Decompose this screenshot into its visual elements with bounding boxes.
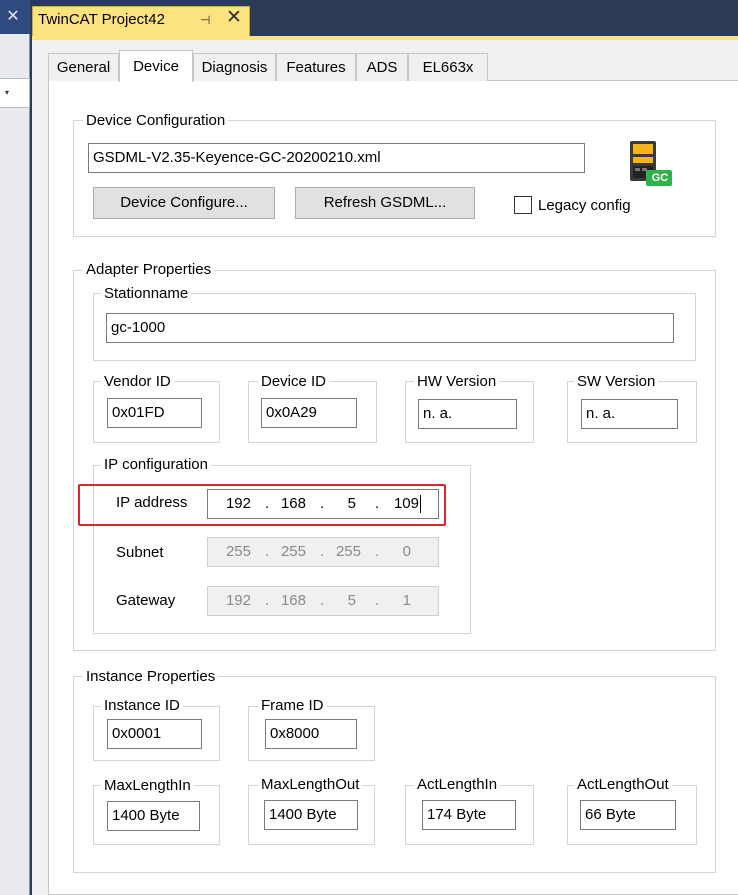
ip-address-label: IP address: [116, 494, 188, 511]
subnet-label: Subnet: [116, 544, 164, 561]
ip-separator: .: [375, 495, 380, 512]
text-cursor: [420, 495, 421, 513]
frame-id-label: Frame ID: [258, 697, 327, 715]
gateway-octet-2[interactable]: 168: [270, 587, 306, 615]
ip-separator: .: [265, 495, 270, 512]
subnet-octet-3[interactable]: 255: [325, 538, 361, 566]
subnet-octet-4[interactable]: 0: [375, 538, 411, 566]
vendor-id-field[interactable]: 0x01FD: [107, 398, 202, 428]
legacy-config-label: Legacy config: [538, 197, 631, 214]
device-id-field[interactable]: 0x0A29: [261, 398, 357, 428]
subnet-input[interactable]: 255 . 255 . 255 . 0: [207, 537, 439, 567]
gateway-octet-3[interactable]: 5: [320, 587, 356, 615]
ip-octet-4[interactable]: 109: [383, 490, 419, 518]
stationname-field[interactable]: gc-1000: [106, 313, 674, 343]
sw-version-label: SW Version: [574, 373, 659, 391]
act-length-out-field[interactable]: 66 Byte: [580, 800, 676, 830]
subnet-separator: .: [320, 543, 325, 560]
act-length-in-field[interactable]: 174 Byte: [422, 800, 516, 830]
hw-version-label: HW Version: [414, 373, 500, 391]
gateway-input[interactable]: 192 . 168 . 5 . 1: [207, 586, 439, 616]
gsdml-file-field[interactable]: GSDML-V2.35-Keyence-GC-20200210.xml: [88, 143, 585, 173]
max-length-out-label: MaxLengthOut: [258, 776, 363, 794]
pin-icon[interactable]: ⊣: [200, 13, 210, 27]
tab-ads[interactable]: ADS: [356, 53, 408, 81]
ip-octet-3[interactable]: 5: [320, 490, 356, 518]
left-panel-edge: [0, 0, 30, 895]
gateway-octet-1[interactable]: 192: [215, 587, 251, 615]
act-length-in-label: ActLengthIn: [414, 776, 501, 794]
refresh-gsdml-button[interactable]: Refresh GSDML...: [295, 187, 475, 219]
ip-octet-1[interactable]: 192: [215, 490, 251, 518]
instance-id-label: Instance ID: [101, 697, 183, 715]
sw-version-field[interactable]: n. a.: [581, 399, 678, 429]
subnet-separator: .: [265, 543, 270, 560]
legacy-config-checkbox[interactable]: [514, 196, 532, 214]
device-configuration-group: [73, 120, 716, 237]
ip-octet-2[interactable]: 168: [270, 490, 306, 518]
vendor-id-label: Vendor ID: [101, 373, 174, 391]
ip-configuration-label: IP configuration: [101, 456, 211, 474]
chevron-down-icon[interactable]: ▾: [5, 88, 15, 98]
frame-id-field[interactable]: 0x8000: [265, 719, 357, 749]
stationname-label: Stationname: [101, 285, 192, 303]
instance-id-field[interactable]: 0x0001: [107, 719, 202, 749]
subnet-octet-2[interactable]: 255: [270, 538, 306, 566]
max-length-in-field[interactable]: 1400 Byte: [107, 801, 200, 831]
subnet-octet-1[interactable]: 255: [215, 538, 251, 566]
tab-diagnosis[interactable]: Diagnosis: [193, 53, 276, 81]
device-configure-button[interactable]: Device Configure...: [93, 187, 275, 219]
ip-address-input[interactable]: 192 . 168 . 5 . 109: [207, 489, 439, 519]
device-icon-badge: GC: [651, 172, 669, 184]
device-id-label: Device ID: [258, 373, 330, 391]
tab-features[interactable]: Features: [276, 53, 356, 81]
max-length-out-field[interactable]: 1400 Byte: [264, 800, 358, 830]
device-configuration-label: Device Configuration: [83, 112, 229, 130]
left-panel-close-icon[interactable]: ✕: [2, 7, 24, 27]
document-tab-title: TwinCAT Project42: [38, 11, 165, 28]
close-icon[interactable]: ✕: [226, 8, 242, 28]
tab-device[interactable]: Device: [119, 50, 193, 82]
hw-version-field[interactable]: n. a.: [418, 399, 517, 429]
gateway-label: Gateway: [116, 592, 176, 609]
adapter-properties-label: Adapter Properties: [83, 261, 215, 279]
max-length-in-label: MaxLengthIn: [101, 777, 194, 795]
act-length-out-label: ActLengthOut: [574, 776, 672, 794]
tab-el663x[interactable]: EL663x: [408, 53, 488, 81]
tab-general[interactable]: General: [48, 53, 119, 81]
gateway-octet-4[interactable]: 1: [375, 587, 411, 615]
instance-properties-label: Instance Properties: [83, 668, 219, 686]
gateway-separator: .: [265, 592, 270, 609]
